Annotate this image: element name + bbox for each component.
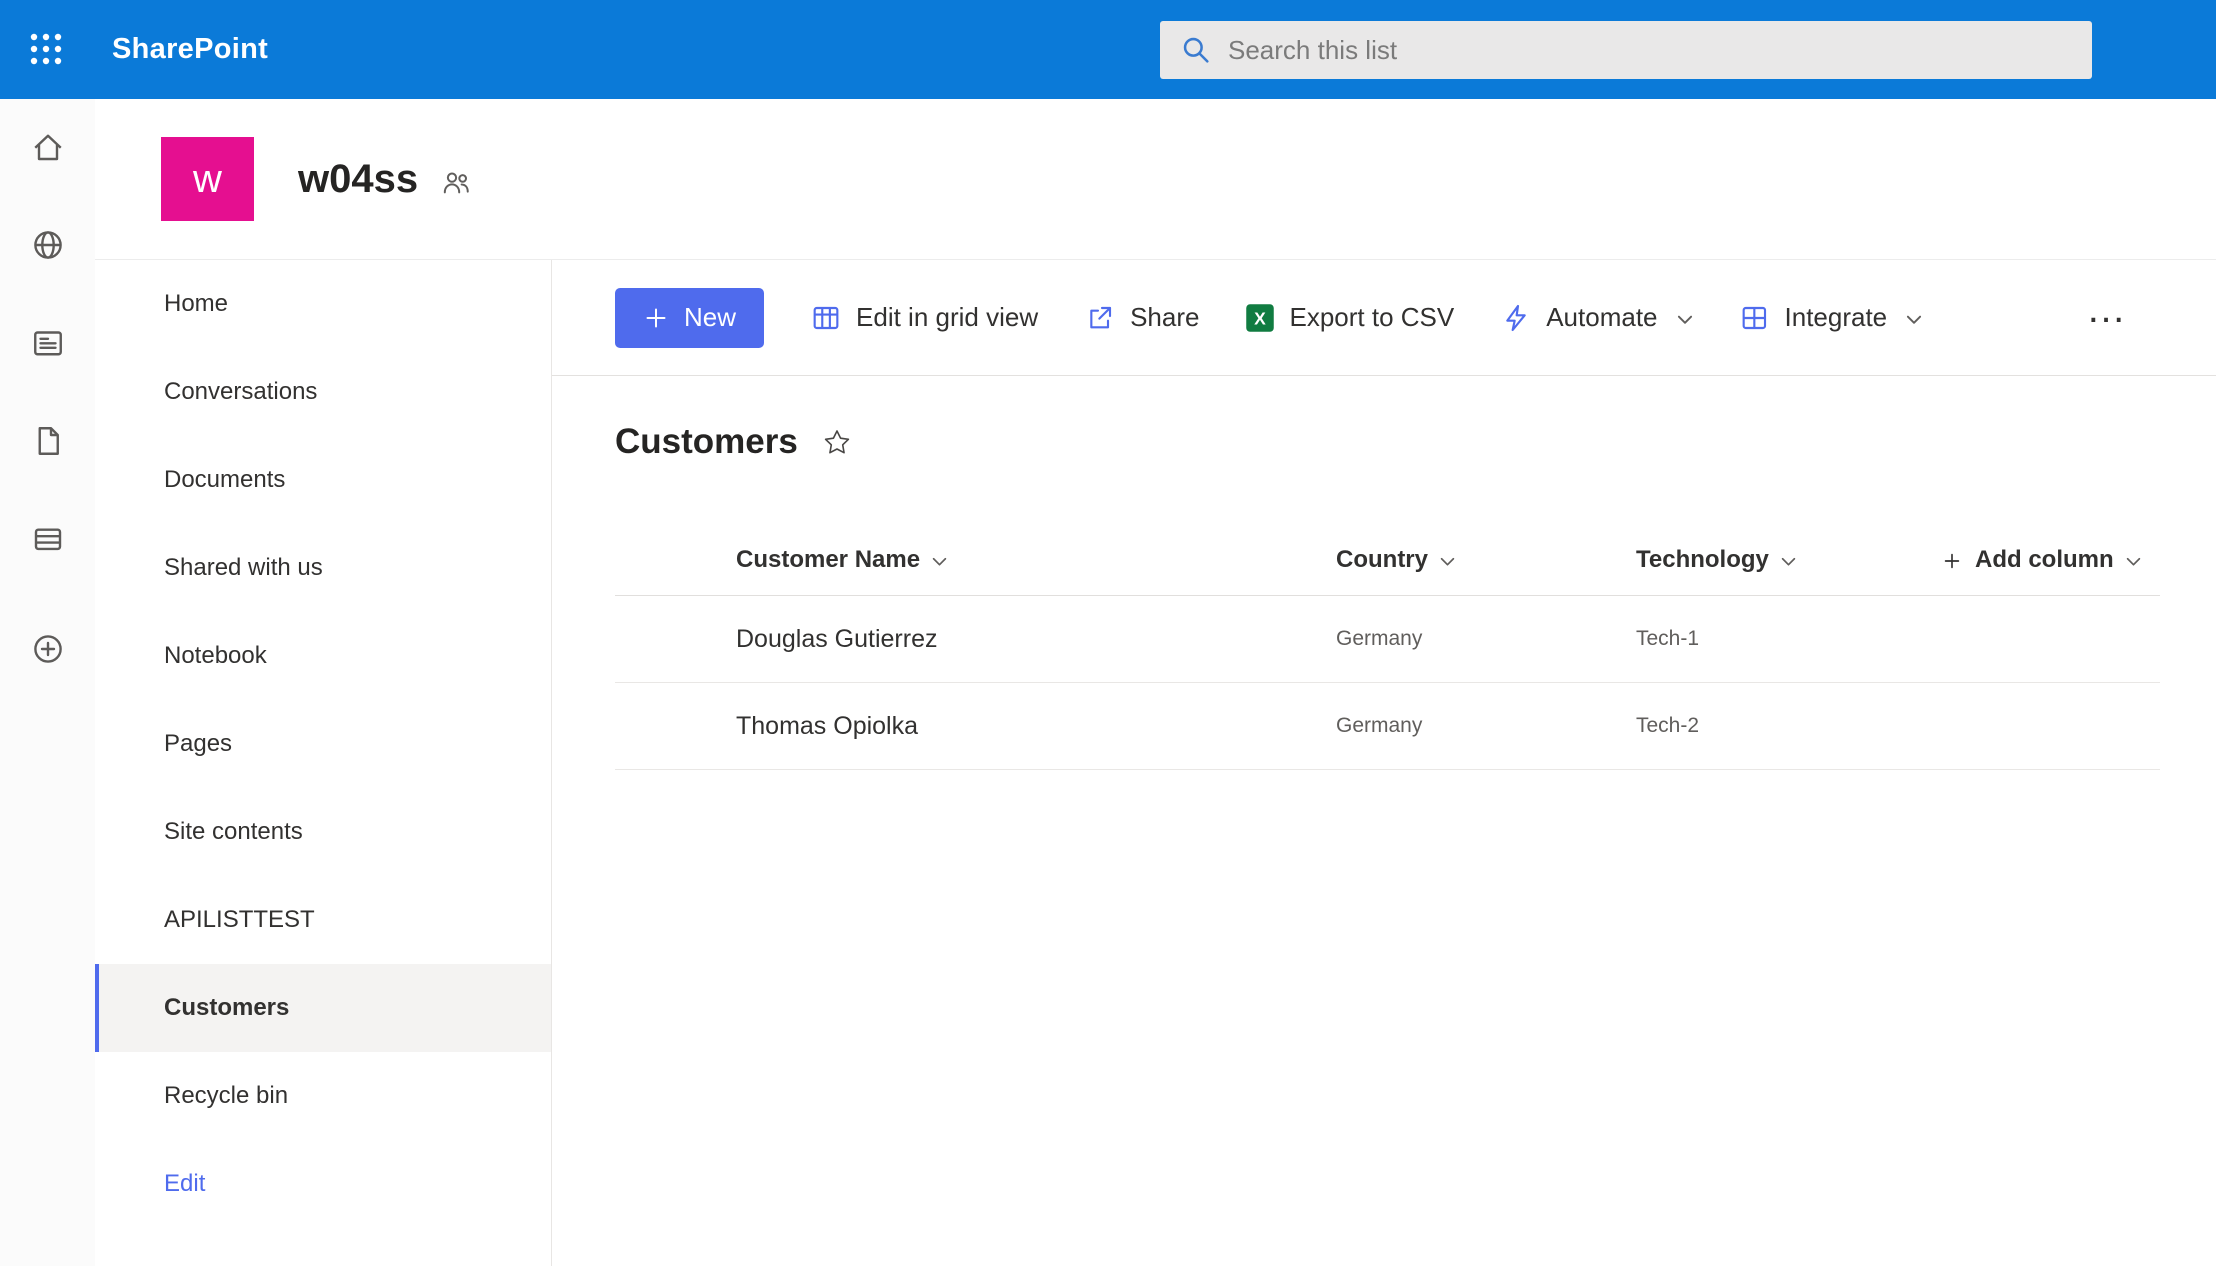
list-table: Customer Name Country Technology bbox=[615, 524, 2160, 770]
rail-news-button[interactable] bbox=[29, 325, 67, 363]
sidebar-item-label: Pages bbox=[164, 730, 232, 758]
sharepoint-brand[interactable]: SharePoint bbox=[112, 0, 268, 99]
sidebar-item-shared-with-us[interactable]: Shared with us bbox=[95, 524, 551, 612]
table-header-row: Customer Name Country Technology bbox=[615, 524, 2160, 596]
share-button[interactable]: Share bbox=[1084, 302, 1199, 334]
sharepoint-list-page: SharePoint bbox=[0, 0, 2216, 1266]
integrate-button[interactable]: Integrate bbox=[1739, 302, 1923, 334]
automate-label: Automate bbox=[1546, 302, 1657, 333]
sidebar-item-label: Home bbox=[164, 290, 228, 318]
command-bar: New Edit in grid view bbox=[552, 260, 2216, 376]
app-launcher-button[interactable] bbox=[22, 26, 70, 74]
sidebar-item-label: Conversations bbox=[164, 378, 317, 406]
sidebar-item-label: Customers bbox=[164, 994, 289, 1022]
home-icon bbox=[30, 129, 66, 168]
cell-customer-name: Thomas Opiolka bbox=[615, 712, 1336, 741]
column-label: Customer Name bbox=[736, 546, 920, 574]
table-row[interactable]: Thomas Opiolka Germany Tech-2 bbox=[615, 683, 2160, 770]
export-to-csv-label: Export to CSV bbox=[1289, 302, 1454, 333]
command-overflow-button[interactable]: … bbox=[2080, 299, 2132, 337]
column-label: Technology bbox=[1636, 546, 1769, 574]
chevron-down-icon bbox=[1440, 557, 1455, 567]
sidebar-item-label: Documents bbox=[164, 466, 285, 494]
main-content: New Edit in grid view bbox=[552, 260, 2216, 1266]
sidebar-item-label: Shared with us bbox=[164, 554, 323, 582]
search-box[interactable] bbox=[1160, 21, 2092, 79]
add-column-label: Add column bbox=[1975, 546, 2114, 574]
waffle-icon bbox=[28, 31, 64, 70]
rail-create-button[interactable] bbox=[29, 631, 67, 669]
cell-customer-name: Douglas Gutierrez bbox=[615, 625, 1336, 654]
cell-technology: Tech-2 bbox=[1636, 714, 1941, 738]
new-button[interactable]: New bbox=[615, 288, 764, 348]
sidebar-item-customers[interactable]: Customers bbox=[95, 964, 551, 1052]
column-header-country[interactable]: Country bbox=[1336, 546, 1636, 574]
site-nav: Home Conversations Documents Shared with… bbox=[95, 260, 552, 1266]
globe-icon bbox=[30, 227, 66, 266]
site-title[interactable]: w04ss bbox=[298, 157, 418, 202]
add-column-button[interactable]: Add column bbox=[1941, 546, 2160, 574]
column-header-customer-name[interactable]: Customer Name bbox=[615, 546, 1336, 574]
sidebar-item-apilisttest[interactable]: APILISTTEST bbox=[95, 876, 551, 964]
export-to-csv-button[interactable]: X Export to CSV bbox=[1245, 302, 1454, 333]
chevron-down-icon bbox=[1781, 557, 1796, 567]
document-icon bbox=[30, 423, 66, 462]
site-logo-tile[interactable]: w bbox=[161, 137, 254, 221]
chevron-down-icon bbox=[1906, 315, 1922, 325]
chevron-down-icon bbox=[2126, 557, 2141, 567]
rail-document-button[interactable] bbox=[29, 423, 67, 461]
excel-icon: X bbox=[1245, 303, 1275, 333]
share-icon bbox=[1084, 302, 1116, 334]
plus-circle-icon bbox=[30, 631, 66, 670]
integrate-label: Integrate bbox=[1785, 302, 1888, 333]
sidebar-item-conversations[interactable]: Conversations bbox=[95, 348, 551, 436]
column-header-technology[interactable]: Technology bbox=[1636, 546, 1941, 574]
star-icon bbox=[822, 428, 852, 461]
column-label: Country bbox=[1336, 546, 1428, 574]
sidebar-item-documents[interactable]: Documents bbox=[95, 436, 551, 524]
rail-home-button[interactable] bbox=[29, 129, 67, 167]
new-button-label: New bbox=[684, 302, 736, 333]
sidebar-item-label: Site contents bbox=[164, 818, 303, 846]
teams-icon bbox=[440, 167, 472, 199]
nav-edit-link[interactable]: Edit bbox=[95, 1140, 551, 1228]
rail-globe-button[interactable] bbox=[29, 227, 67, 265]
cell-country: Germany bbox=[1336, 627, 1636, 651]
plus-icon bbox=[1941, 550, 1963, 572]
grid-view-icon bbox=[810, 302, 842, 334]
sidebar-item-label: Notebook bbox=[164, 642, 267, 670]
sidebar-item-label: Recycle bin bbox=[164, 1082, 288, 1110]
automate-button[interactable]: Automate bbox=[1500, 302, 1692, 334]
edit-grid-view-label: Edit in grid view bbox=[856, 302, 1038, 333]
sidebar-item-home[interactable]: Home bbox=[95, 260, 551, 348]
ellipsis-icon: … bbox=[2086, 287, 2126, 331]
sidebar-item-recycle-bin[interactable]: Recycle bin bbox=[95, 1052, 551, 1140]
list-title-row: Customers bbox=[615, 422, 2216, 462]
sidebar-item-pages[interactable]: Pages bbox=[95, 700, 551, 788]
edit-grid-view-button[interactable]: Edit in grid view bbox=[810, 302, 1038, 334]
search-icon bbox=[1180, 34, 1212, 66]
chevron-down-icon bbox=[932, 557, 947, 567]
chevron-down-icon bbox=[1677, 315, 1693, 325]
sidebar-item-notebook[interactable]: Notebook bbox=[95, 612, 551, 700]
list-rows-icon bbox=[30, 521, 66, 560]
table-row[interactable]: Douglas Gutierrez Germany Tech-1 bbox=[615, 596, 2160, 683]
news-icon bbox=[30, 325, 66, 364]
plus-icon bbox=[643, 305, 669, 331]
favorite-button[interactable] bbox=[822, 428, 852, 461]
integrate-icon bbox=[1739, 302, 1771, 334]
sidebar-item-label: APILISTTEST bbox=[164, 906, 315, 934]
cell-technology: Tech-1 bbox=[1636, 627, 1941, 651]
site-header: w w04ss bbox=[95, 99, 2216, 260]
suite-bar: SharePoint bbox=[0, 0, 2216, 99]
page-title: Customers bbox=[615, 422, 798, 462]
rail-lists-button[interactable] bbox=[29, 521, 67, 559]
sidebar-item-site-contents[interactable]: Site contents bbox=[95, 788, 551, 876]
app-rail bbox=[0, 99, 95, 1266]
search-input[interactable] bbox=[1228, 35, 2072, 66]
automate-flow-icon bbox=[1500, 302, 1532, 334]
share-label: Share bbox=[1130, 302, 1199, 333]
svg-text:X: X bbox=[1255, 308, 1267, 328]
cell-country: Germany bbox=[1336, 714, 1636, 738]
